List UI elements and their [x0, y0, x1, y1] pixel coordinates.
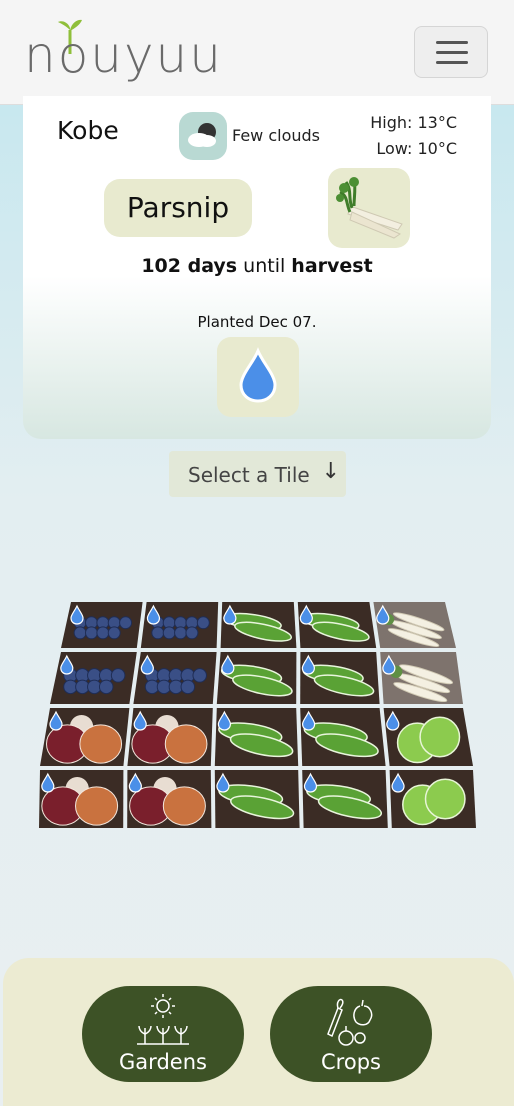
garden-tile-parsnip[interactable]	[380, 652, 463, 705]
garden-tile-peas[interactable]	[300, 708, 386, 766]
garden-tile-lettuce[interactable]	[389, 770, 476, 828]
garden-tile-peas[interactable]	[216, 652, 297, 704]
vegetables-icon	[327, 998, 373, 1046]
garden-tile-blueberry[interactable]	[61, 602, 143, 648]
garden-tile-blueberry[interactable]	[50, 652, 137, 704]
crops-label: Crops	[321, 1050, 381, 1074]
garden-tile-peas[interactable]	[302, 770, 388, 828]
garden-tile-lettuce[interactable]	[383, 708, 473, 766]
garden-tile-blueberry[interactable]	[140, 602, 219, 648]
garden-tile-onion[interactable]	[40, 708, 130, 766]
garden-tile-peas[interactable]	[297, 602, 377, 648]
bottom-navigation: Gardens Crops	[3, 958, 514, 1106]
garden-tile-onion[interactable]	[127, 708, 213, 766]
garden-tile-peas[interactable]	[220, 602, 297, 648]
garden-tile-parsnip[interactable]	[373, 602, 456, 649]
garden-tile-onion[interactable]	[39, 770, 124, 828]
gardens-label: Gardens	[119, 1050, 207, 1074]
garden-tile-peas[interactable]	[300, 652, 380, 704]
garden-tile-onion[interactable]	[127, 770, 212, 828]
garden-tile-blueberry[interactable]	[133, 652, 217, 704]
garden-tile-grid	[39, 602, 476, 828]
gardens-button[interactable]: Gardens	[82, 986, 244, 1082]
crops-button[interactable]: Crops	[270, 986, 432, 1082]
gardens-icon	[137, 994, 189, 1045]
garden-tile-peas[interactable]	[214, 770, 300, 828]
garden-tile-peas[interactable]	[214, 708, 299, 766]
